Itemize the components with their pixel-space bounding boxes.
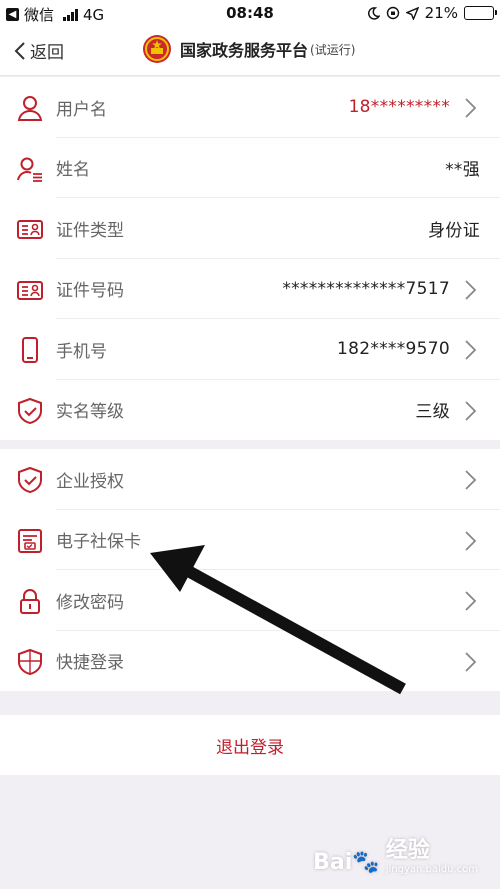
shield-icon xyxy=(18,648,42,675)
row-label: 手机号 xyxy=(56,341,107,362)
battery-icon xyxy=(464,6,497,20)
moon-icon xyxy=(367,6,380,20)
app-subtitle: (试运行) xyxy=(310,42,356,57)
logout-label: 退出登录 xyxy=(216,737,284,758)
watermark-brand: Bai xyxy=(313,850,353,875)
row-value: 身份证 xyxy=(428,220,480,241)
row-label: 用户名 xyxy=(56,99,107,120)
chevron-right-icon xyxy=(465,591,477,611)
settings-group: 企业授权 电子社保卡 修改密码 快捷登录 xyxy=(0,449,500,691)
location-icon xyxy=(405,6,419,20)
row-label: 实名等级 xyxy=(56,402,124,423)
row-label: 快捷登录 xyxy=(56,653,124,674)
row-label: 企业授权 xyxy=(56,471,124,492)
watermark-url: jingyan.baidu.com xyxy=(385,864,478,875)
row-username[interactable]: 用户名 18********* xyxy=(0,77,500,138)
national-emblem-icon xyxy=(143,35,171,63)
row-value: 三级 xyxy=(415,402,450,423)
row-value: 18********* xyxy=(348,97,450,118)
row-label: 修改密码 xyxy=(56,592,124,613)
status-bar: ◀ 微信 4G 08:48 21% xyxy=(0,0,500,26)
shield-check-icon xyxy=(18,397,42,424)
row-name: 姓名 **强 xyxy=(0,138,500,199)
row-value: **强 xyxy=(445,160,480,181)
row-value: **************7517 xyxy=(282,278,450,299)
orientation-lock-icon xyxy=(386,6,399,20)
row-id-type: 证件类型 身份证 xyxy=(0,198,500,259)
name-card-icon xyxy=(17,157,42,182)
row-verification-level[interactable]: 实名等级 三级 xyxy=(0,380,500,441)
row-label: 姓名 xyxy=(56,160,90,181)
watermark-brand-cn: 经验 xyxy=(385,838,430,863)
chevron-right-icon xyxy=(465,279,477,300)
chevron-right-icon xyxy=(465,651,477,672)
back-button[interactable]: 返回 xyxy=(14,38,64,63)
social-security-card-icon xyxy=(18,528,42,553)
row-value: 182****9570 xyxy=(336,339,450,360)
row-id-number[interactable]: 证件号码 **************7517 xyxy=(0,259,500,320)
baidu-jingyan-watermark: Bai🐾 经验 jingyan.baidu.com xyxy=(313,832,478,875)
logout-button[interactable]: 退出登录 xyxy=(0,715,500,775)
row-enterprise-authorization[interactable]: 企业授权 xyxy=(0,449,500,510)
battery-percent: 21% xyxy=(424,4,458,22)
row-social-security-card[interactable]: 电子社保卡 xyxy=(0,510,500,571)
back-label: 返回 xyxy=(30,43,64,63)
paw-icon: 🐾 xyxy=(352,850,380,875)
row-quick-login[interactable]: 快捷登录 xyxy=(0,631,500,692)
id-card-icon xyxy=(17,220,43,239)
user-icon xyxy=(17,96,43,121)
phone-icon xyxy=(22,337,38,363)
id-card-icon xyxy=(17,280,43,300)
row-phone[interactable]: 手机号 182****9570 xyxy=(0,319,500,380)
chevron-right-icon xyxy=(465,98,477,118)
app-title: 国家政务服务平台 xyxy=(180,41,309,60)
chevron-left-icon xyxy=(14,41,25,60)
page-title: 国家政务服务平台 (试运行) xyxy=(142,34,355,64)
profile-group: 用户名 18********* 姓名 **强 证件类型 身份证 证件号码 ***… xyxy=(0,77,500,440)
row-label: 证件号码 xyxy=(56,281,124,302)
row-label: 证件类型 xyxy=(56,220,124,241)
nav-bar: 返回 国家政务服务平台 (试运行) xyxy=(0,26,500,76)
chevron-right-icon xyxy=(465,530,477,551)
row-label: 电子社保卡 xyxy=(56,532,141,553)
row-change-password[interactable]: 修改密码 xyxy=(0,570,500,631)
shield-check-icon xyxy=(18,466,42,494)
chevron-right-icon xyxy=(465,340,477,360)
chevron-right-icon xyxy=(465,400,477,421)
chevron-right-icon xyxy=(465,470,477,490)
lock-icon xyxy=(20,589,40,614)
status-right: 21% xyxy=(367,4,497,22)
